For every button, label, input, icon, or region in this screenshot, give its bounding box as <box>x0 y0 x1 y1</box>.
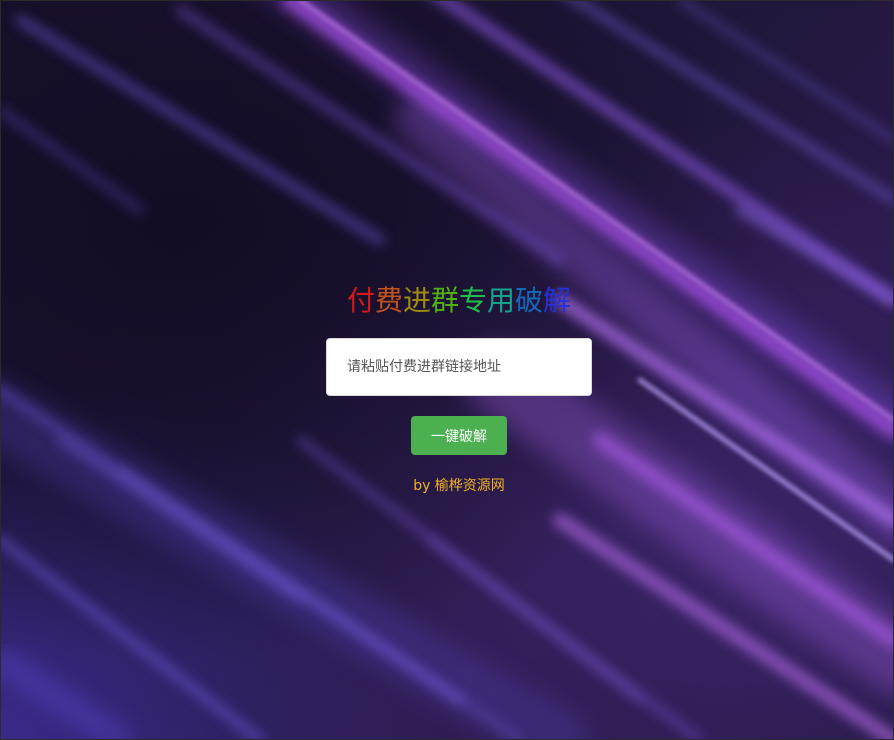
footer-credit: by 榆桦资源网 <box>413 478 505 494</box>
title-char: 用 <box>487 284 516 317</box>
link-url-input[interactable] <box>326 338 592 396</box>
title-char: 付 <box>346 284 375 317</box>
title-char: 进 <box>402 284 431 317</box>
title-char: 专 <box>459 284 488 317</box>
crack-submit-button[interactable]: 一键破解 <box>411 416 507 455</box>
main-content: 付费进群专用破解 一键破解 by 榆桦资源网 <box>0 0 894 740</box>
title-char: 解 <box>543 284 572 317</box>
title-char: 群 <box>430 284 459 317</box>
title-char: 费 <box>374 284 403 317</box>
page-title: 付费进群专用破解 <box>0 282 894 320</box>
title-char: 破 <box>515 284 544 317</box>
